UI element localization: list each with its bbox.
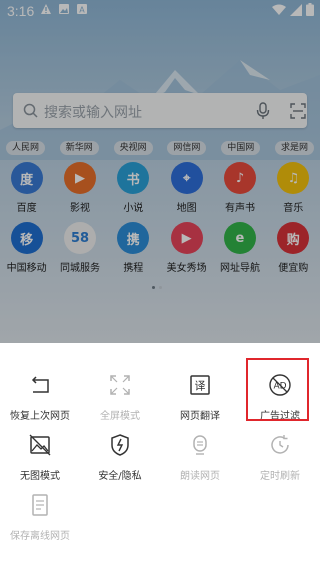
shield-lightning-icon	[111, 434, 129, 456]
read-aloud-icon	[193, 435, 207, 455]
read-aloud-button[interactable]: 朗读网页	[160, 433, 240, 497]
fullscreen-mode-button[interactable]: 全屏模式	[80, 373, 160, 437]
read-aloud-label: 朗读网页	[180, 471, 220, 482]
browser-home-page: 3:16 A 搜索或输入网址 人民网 新华网 央视网 网信网 中国网 求是网 度…	[0, 0, 320, 343]
no-image-mode-button[interactable]: 无图模式	[0, 433, 80, 497]
translate-page-label: 网页翻译	[180, 411, 220, 422]
modal-scrim[interactable]	[0, 0, 320, 343]
no-image-icon	[29, 434, 51, 456]
auto-refresh-button[interactable]: 定时刷新	[240, 433, 320, 497]
fullscreen-mode-label: 全屏模式	[100, 411, 140, 422]
save-offline-page-button[interactable]: 保存离线网页	[0, 493, 80, 557]
restore-arrow-icon	[31, 376, 49, 393]
translate-page-button[interactable]: 译 网页翻译	[160, 373, 240, 437]
svg-text:译: 译	[195, 380, 206, 393]
restore-last-page-label: 恢复上次网页	[10, 411, 70, 422]
save-offline-page-label: 保存离线网页	[10, 531, 70, 542]
restore-last-page-button[interactable]: 恢复上次网页	[0, 373, 80, 437]
fullscreen-icon	[110, 375, 130, 395]
no-image-mode-label: 无图模式	[20, 471, 60, 482]
translate-icon: 译	[190, 375, 210, 395]
save-page-icon	[32, 494, 48, 516]
timer-refresh-icon	[271, 435, 289, 454]
security-privacy-label: 安全/隐私	[98, 471, 142, 482]
auto-refresh-label: 定时刷新	[260, 471, 300, 482]
security-privacy-button[interactable]: 安全/隐私	[80, 433, 160, 497]
ad-filter-highlight-box	[246, 358, 309, 421]
